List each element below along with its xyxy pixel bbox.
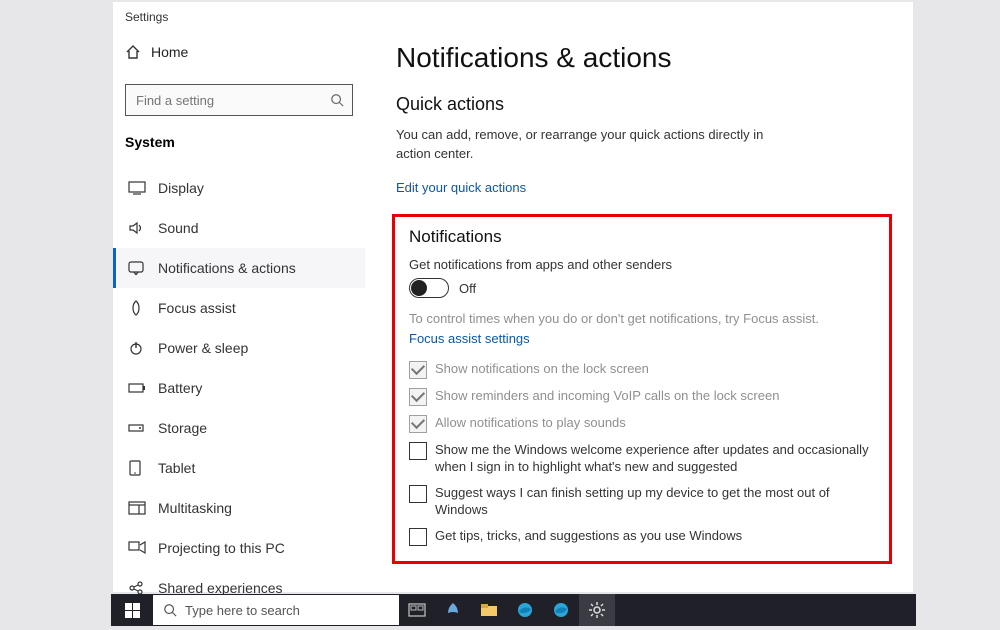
checkbox-label: Allow notifications to play sounds xyxy=(435,414,626,432)
taskbar: Type here to search xyxy=(111,594,916,626)
sidebar-item-label: Projecting to this PC xyxy=(158,540,285,556)
sidebar-item-label: Tablet xyxy=(158,460,195,476)
taskbar-edge-1[interactable] xyxy=(507,594,543,626)
taskbar-file-explorer[interactable] xyxy=(471,594,507,626)
focus-icon xyxy=(128,300,146,316)
checkbox-lockscreen[interactable] xyxy=(409,361,427,379)
taskbar-search[interactable]: Type here to search xyxy=(153,595,399,625)
notifications-toggle[interactable] xyxy=(409,278,449,298)
focus-assist-hint: To control times when you do or don't ge… xyxy=(409,310,849,329)
project-icon xyxy=(128,541,146,555)
sidebar-item-label: Multitasking xyxy=(158,500,232,516)
nav-list: Display Sound Notifications & actions Fo… xyxy=(113,168,365,608)
power-icon xyxy=(128,340,146,356)
sidebar-item-label: Battery xyxy=(158,380,202,396)
checkbox-finish-setup[interactable] xyxy=(409,485,427,503)
search-icon xyxy=(163,603,177,617)
focus-assist-link[interactable]: Focus assist settings xyxy=(409,331,875,346)
section-system: System xyxy=(125,134,175,150)
home-label: Home xyxy=(151,44,188,60)
section-quick-actions: Quick actions xyxy=(396,94,504,115)
toggle-knob xyxy=(411,280,427,296)
sidebar-item-notifications[interactable]: Notifications & actions xyxy=(113,248,365,288)
notifications-toggle-label: Get notifications from apps and other se… xyxy=(409,257,875,272)
sidebar-item-storage[interactable]: Storage xyxy=(113,408,365,448)
checkbox-welcome[interactable] xyxy=(409,442,427,460)
sidebar-item-label: Sound xyxy=(158,220,198,236)
checkbox-label: Show reminders and incoming VoIP calls o… xyxy=(435,387,779,405)
sound-icon xyxy=(128,220,146,236)
quick-actions-desc: You can add, remove, or rearrange your q… xyxy=(396,126,776,164)
notifications-highlight-box: Notifications Get notifications from app… xyxy=(392,214,892,564)
home-button[interactable]: Home xyxy=(125,44,188,60)
checkbox-label: Suggest ways I can finish setting up my … xyxy=(435,484,869,519)
sidebar-item-label: Power & sleep xyxy=(158,340,248,356)
checkbox-voip[interactable] xyxy=(409,388,427,406)
sidebar-item-display[interactable]: Display xyxy=(113,168,365,208)
settings-window: Settings Home System Display Sound Notif… xyxy=(113,2,913,592)
sidebar-item-label: Storage xyxy=(158,420,207,436)
sidebar-item-focus[interactable]: Focus assist xyxy=(113,288,365,328)
toggle-state-label: Off xyxy=(459,281,476,296)
edit-quick-actions-link[interactable]: Edit your quick actions xyxy=(396,180,526,195)
search-input[interactable] xyxy=(134,92,330,109)
task-view-button[interactable] xyxy=(399,594,435,626)
checkbox-label: Show notifications on the lock screen xyxy=(435,360,649,378)
taskbar-edge-2[interactable] xyxy=(543,594,579,626)
checkbox-tips[interactable] xyxy=(409,528,427,546)
battery-icon xyxy=(128,382,146,394)
start-button[interactable] xyxy=(111,594,153,626)
sidebar-item-label: Display xyxy=(158,180,204,196)
sidebar-item-sound[interactable]: Sound xyxy=(113,208,365,248)
search-box[interactable] xyxy=(125,84,353,116)
sidebar-item-label: Notifications & actions xyxy=(158,260,296,276)
section-notifications: Notifications xyxy=(409,227,875,247)
search-icon xyxy=(330,93,344,107)
notifications-icon xyxy=(128,261,146,275)
taskbar-settings[interactable] xyxy=(579,594,615,626)
sidebar: Settings Home System Display Sound Notif… xyxy=(113,2,371,592)
tablet-icon xyxy=(128,460,146,476)
sidebar-item-label: Focus assist xyxy=(158,300,236,316)
sidebar-item-battery[interactable]: Battery xyxy=(113,368,365,408)
checkbox-label: Show me the Windows welcome experience a… xyxy=(435,441,869,476)
taskbar-app-1[interactable] xyxy=(435,594,471,626)
sidebar-item-multitask[interactable]: Multitasking xyxy=(113,488,365,528)
taskbar-search-placeholder: Type here to search xyxy=(185,603,300,618)
sidebar-item-tablet[interactable]: Tablet xyxy=(113,448,365,488)
checkbox-sounds[interactable] xyxy=(409,415,427,433)
content-pane: Notifications & actions Quick actions Yo… xyxy=(388,2,913,592)
windows-icon xyxy=(125,603,140,618)
sidebar-item-power[interactable]: Power & sleep xyxy=(113,328,365,368)
home-icon xyxy=(125,44,141,60)
display-icon xyxy=(128,181,146,195)
checkbox-label: Get tips, tricks, and suggestions as you… xyxy=(435,527,742,545)
storage-icon xyxy=(128,422,146,434)
page-title: Notifications & actions xyxy=(396,42,671,74)
multitask-icon xyxy=(128,501,146,515)
sidebar-item-project[interactable]: Projecting to this PC xyxy=(113,528,365,568)
window-title: Settings xyxy=(125,10,168,24)
